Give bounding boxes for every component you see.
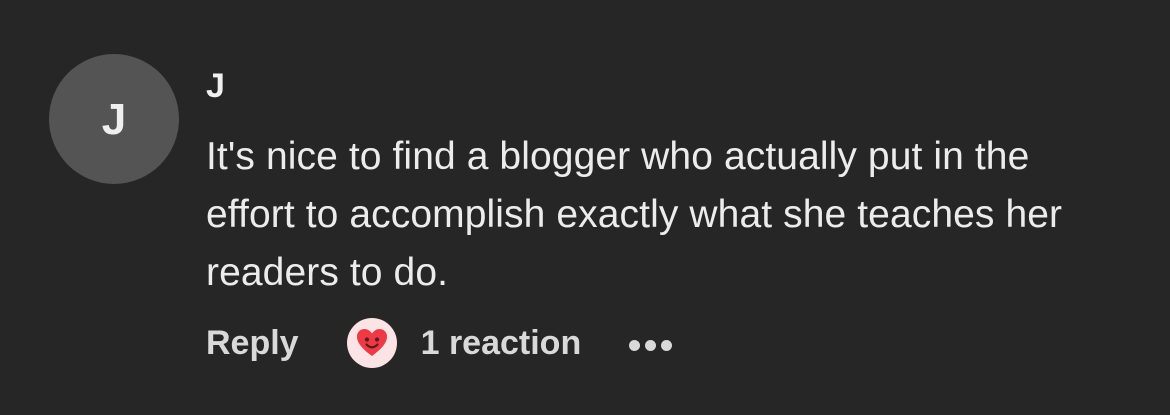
avatar-initial: J [101, 95, 127, 144]
reply-button[interactable]: Reply [206, 324, 299, 363]
comment-author[interactable]: J [206, 66, 225, 106]
reactions-button[interactable]: 1 reaction [346, 318, 582, 368]
reaction-count: 1 reaction [420, 323, 582, 362]
more-options-dot [645, 339, 657, 351]
avatar[interactable]: J [49, 54, 179, 184]
more-options-button[interactable] [629, 336, 673, 351]
comment: J J It's nice to find a blogger who actu… [0, 0, 1170, 415]
more-options-dot [629, 339, 641, 351]
smiling-heart-icon [346, 318, 397, 368]
heart-face-icon [356, 329, 387, 356]
comment-text: It's nice to find a blogger who actually… [206, 135, 1063, 294]
comment-actions: Reply 1 reaction [206, 318, 673, 368]
more-options-dot [661, 339, 673, 351]
